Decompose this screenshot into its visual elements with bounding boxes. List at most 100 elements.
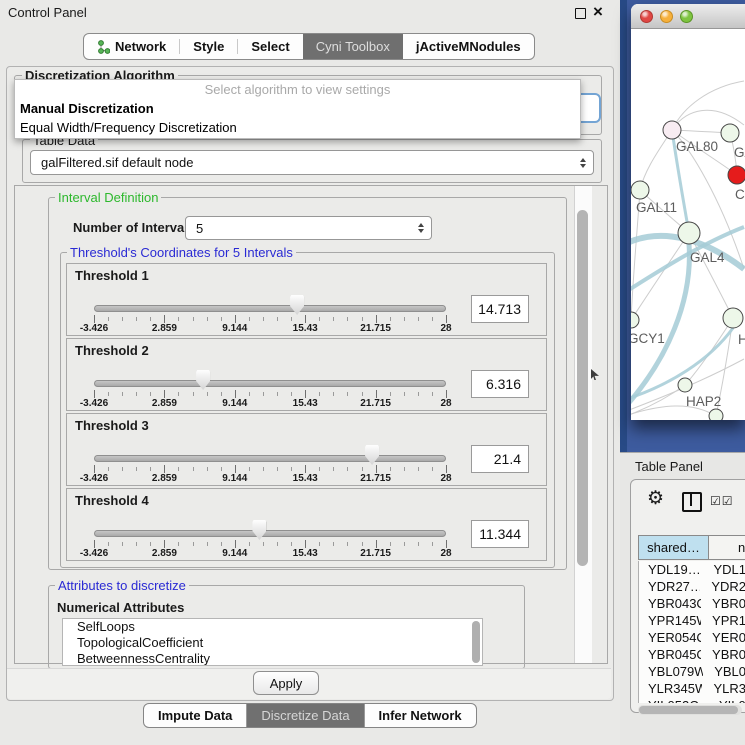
tick-mark xyxy=(418,467,419,471)
network-node[interactable] xyxy=(709,409,723,420)
network-node[interactable] xyxy=(721,124,739,142)
tab-impute-data[interactable]: Impute Data xyxy=(144,704,247,727)
float-icon[interactable] xyxy=(575,8,586,19)
slider-track[interactable] xyxy=(94,455,446,462)
network-node[interactable] xyxy=(678,378,692,392)
vertical-scrollbar-thumb[interactable] xyxy=(577,210,588,566)
tick-mark xyxy=(136,467,137,471)
tick-mark xyxy=(404,392,405,396)
table-cell[interactable]: YDL19… xyxy=(639,562,702,577)
threshold-value-input[interactable]: 6.316 xyxy=(471,370,529,398)
table-cell[interactable]: YIL052C xyxy=(639,698,708,703)
network-node[interactable] xyxy=(631,312,639,328)
table-row[interactable]: YBR043CYBR0 xyxy=(639,595,745,612)
apply-button[interactable]: Apply xyxy=(253,671,319,695)
traffic-light-zoom[interactable] xyxy=(680,10,693,23)
slider-track[interactable] xyxy=(94,305,446,312)
node-label: HAP2 xyxy=(686,394,721,409)
table-cell[interactable]: YBR0 xyxy=(701,596,745,611)
column-header-name[interactable]: na xyxy=(709,536,745,559)
list-item[interactable]: BetweennessCentrality xyxy=(63,651,482,666)
node-label: C xyxy=(735,187,745,202)
table-cell[interactable]: YER0 xyxy=(701,630,745,645)
tick-mark xyxy=(164,315,165,323)
tab-cyni-toolbox-label: Cyni Toolbox xyxy=(316,39,390,54)
table-row[interactable]: YDL19…YDL1 xyxy=(639,561,745,578)
popup-option-equal-width-frequency[interactable]: Equal Width/Frequency Discretization xyxy=(15,118,580,137)
table-cell[interactable]: YDR2 xyxy=(700,579,745,594)
table-cell[interactable]: YER054C xyxy=(639,630,701,645)
tick-mark xyxy=(207,467,208,471)
tick-mark xyxy=(404,542,405,546)
network-node[interactable] xyxy=(663,121,681,139)
table-row[interactable]: YDR27…YDR2 xyxy=(639,578,745,595)
tick-mark xyxy=(263,467,264,471)
table-cell[interactable]: YBR043C xyxy=(639,596,701,611)
network-node[interactable] xyxy=(728,166,745,184)
table-cell[interactable]: YPR1 xyxy=(701,613,745,628)
network-node[interactable] xyxy=(723,308,743,328)
threshold-value-input[interactable]: 14.713 xyxy=(471,295,529,323)
traffic-light-close[interactable] xyxy=(640,10,653,23)
threshold-value-input[interactable]: 21.4 xyxy=(471,445,529,473)
tick-mark xyxy=(136,317,137,321)
gear-icon[interactable]: ⚙ xyxy=(647,487,664,510)
table-cell[interactable]: YBR045C xyxy=(639,647,701,662)
horizontal-scrollbar[interactable] xyxy=(638,705,742,715)
table-cell[interactable]: YDL1 xyxy=(702,562,745,577)
tab-jactivemnodules[interactable]: jActiveMNodules xyxy=(403,34,534,59)
column-header-shared[interactable]: shared… xyxy=(639,536,709,559)
table-data-combo[interactable]: galFiltered.sif default node xyxy=(30,150,594,175)
table-cell[interactable]: YBR0 xyxy=(701,647,745,662)
table-row[interactable]: YBR045CYBR0 xyxy=(639,646,745,663)
tick-mark xyxy=(94,390,95,398)
network-node[interactable] xyxy=(678,222,700,244)
tick-mark xyxy=(390,392,391,396)
slider-handle[interactable] xyxy=(252,520,266,540)
table-row[interactable]: YPR145WYPR1 xyxy=(639,612,745,629)
tab-infer-network[interactable]: Infer Network xyxy=(365,704,476,727)
list-item[interactable]: SelfLoops xyxy=(63,619,482,635)
slider-handle[interactable] xyxy=(196,370,210,390)
traffic-light-minimize[interactable] xyxy=(660,10,673,23)
popup-option-manual-discretization[interactable]: Manual Discretization xyxy=(15,99,580,118)
table-cell[interactable]: YDR27… xyxy=(639,579,700,594)
tab-select[interactable]: Select xyxy=(238,34,302,59)
threshold-value-input[interactable]: 11.344 xyxy=(471,520,529,548)
network-node[interactable] xyxy=(631,181,649,199)
checkbox-icons[interactable]: ☑☑ xyxy=(710,494,734,508)
network-window[interactable]: GAL80GACGAL11GAL4GCY1HHAP2 xyxy=(631,4,745,420)
bottom-tab-bar: Impute Data Discretize Data Infer Networ… xyxy=(143,703,477,728)
slider-handle[interactable] xyxy=(290,295,304,315)
tick-mark xyxy=(193,392,194,396)
close-icon[interactable]: × xyxy=(593,2,603,22)
tick-mark xyxy=(94,540,95,548)
slider-track[interactable] xyxy=(94,530,446,537)
table-row[interactable]: YER054CYER0 xyxy=(639,629,745,646)
tab-jactivemnodules-label: jActiveMNodules xyxy=(416,39,521,54)
list-item[interactable]: TopologicalCoefficient xyxy=(63,635,482,651)
tab-network[interactable]: Network xyxy=(84,34,179,59)
table-cell[interactable]: YBL0 xyxy=(703,664,745,679)
slider-track[interactable] xyxy=(94,380,446,387)
network-window-titlebar[interactable] xyxy=(631,4,745,29)
table-cell[interactable]: YBL079W xyxy=(639,664,703,679)
horizontal-scrollbar-thumb[interactable] xyxy=(639,706,738,714)
table-row[interactable]: YIL052CYIL0 xyxy=(639,697,745,703)
attribute-list-scrollbar-thumb[interactable] xyxy=(472,621,480,663)
tab-cyni-toolbox[interactable]: Cyni Toolbox xyxy=(303,34,403,59)
tab-discretize-data[interactable]: Discretize Data xyxy=(247,704,364,727)
table-cell[interactable]: YPR145W xyxy=(639,613,701,628)
table-row[interactable]: YLR345WYLR3 xyxy=(639,680,745,697)
table-row[interactable]: YBL079WYBL0 xyxy=(639,663,745,680)
attributes-group-label: Attributes to discretize xyxy=(55,578,189,593)
table-cell[interactable]: YLR3 xyxy=(702,681,745,696)
table-cell[interactable]: YIL0 xyxy=(708,698,745,703)
network-canvas[interactable]: GAL80GACGAL11GAL4GCY1HHAP2 xyxy=(631,29,745,420)
number-of-intervals-combo[interactable]: 5 xyxy=(185,216,432,240)
slider-tick-labels: -3.4262.8599.14415.4321.71528 xyxy=(94,323,446,334)
tab-style[interactable]: Style xyxy=(180,34,237,59)
table-cell[interactable]: YLR345W xyxy=(639,681,702,696)
slider-handle[interactable] xyxy=(365,445,379,465)
columns-icon[interactable] xyxy=(682,492,702,512)
